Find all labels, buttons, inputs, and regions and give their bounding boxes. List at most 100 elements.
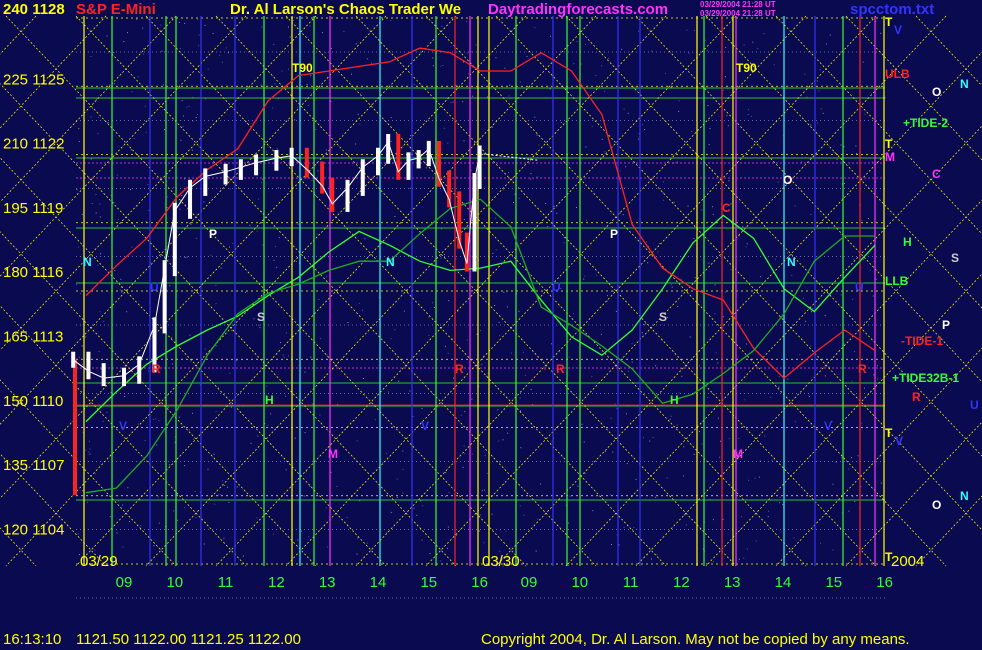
star: [864, 321, 865, 323]
star: [225, 47, 227, 49]
star: [97, 132, 99, 134]
star: [844, 183, 845, 184]
star: [754, 154, 756, 156]
star: [100, 253, 102, 255]
star: [544, 369, 546, 370]
star: [502, 189, 504, 191]
star: [127, 487, 129, 489]
star: [628, 370, 629, 372]
star: [724, 76, 726, 78]
star: [446, 547, 448, 549]
star: [810, 345, 812, 347]
star: [862, 61, 864, 63]
star: [308, 536, 310, 538]
annotation-label: H: [670, 393, 679, 407]
star: [840, 144, 842, 146]
star: [194, 491, 196, 492]
annotation-label: U: [552, 280, 561, 294]
star: [276, 266, 278, 268]
star: [214, 503, 216, 505]
star: [123, 41, 125, 42]
star: [683, 446, 685, 448]
x-tick-label: 13: [724, 574, 741, 591]
star: [572, 313, 574, 315]
star: [848, 194, 850, 196]
star: [808, 396, 810, 397]
y-tick-label: 195 1119: [3, 200, 63, 217]
star: [203, 543, 205, 545]
star: [94, 473, 96, 475]
star: [876, 365, 878, 367]
star: [551, 343, 553, 345]
star: [707, 105, 709, 106]
star: [130, 189, 131, 190]
star: [689, 336, 691, 338]
star: [403, 310, 405, 312]
star: [386, 531, 388, 533]
star: [196, 114, 198, 115]
annotation-label: R: [556, 362, 565, 376]
star: [604, 151, 606, 153]
star: [292, 19, 294, 21]
star: [616, 408, 618, 410]
star: [723, 89, 725, 91]
star: [398, 380, 400, 382]
star: [728, 438, 730, 440]
star: [218, 494, 219, 496]
annotation-label: O: [783, 173, 792, 187]
star: [88, 451, 90, 453]
star: [550, 35, 551, 37]
star: [257, 435, 259, 437]
star: [586, 219, 588, 221]
star: [742, 226, 744, 228]
star: [832, 549, 834, 551]
star: [746, 243, 748, 245]
star: [467, 73, 469, 75]
star: [869, 270, 871, 272]
star: [311, 180, 313, 181]
star: [523, 514, 525, 516]
star: [390, 117, 392, 119]
star: [534, 27, 536, 29]
star: [774, 258, 776, 260]
star: [441, 228, 442, 230]
star: [276, 148, 278, 150]
star: [793, 537, 795, 539]
star: [95, 194, 97, 195]
star: [318, 299, 320, 300]
star: [725, 291, 727, 293]
star: [273, 259, 275, 261]
site-link[interactable]: Daytradingforecasts.com: [488, 1, 668, 18]
star: [158, 522, 160, 524]
star: [300, 530, 302, 532]
star: [363, 378, 364, 379]
star: [442, 65, 444, 66]
footer-time: 16:13:10: [3, 631, 62, 648]
star: [657, 251, 659, 253]
star: [745, 246, 747, 248]
star: [370, 104, 372, 106]
star: [604, 90, 606, 92]
star: [656, 554, 658, 556]
star: [750, 115, 752, 117]
annotation-label: U: [150, 280, 159, 294]
star: [106, 35, 108, 37]
star: [829, 34, 831, 36]
star: [553, 205, 555, 207]
star: [626, 463, 628, 465]
star: [712, 213, 714, 215]
star: [601, 138, 603, 140]
star: [136, 18, 138, 20]
star: [568, 564, 570, 566]
y-tick-label: 180 1116: [3, 264, 63, 281]
star: [686, 29, 688, 31]
star: [573, 63, 575, 65]
star: [486, 472, 488, 474]
star: [584, 275, 586, 277]
star: [665, 72, 666, 74]
star: [169, 464, 171, 466]
star: [518, 197, 520, 199]
star: [606, 300, 608, 302]
star: [623, 108, 625, 110]
star: [229, 188, 231, 190]
